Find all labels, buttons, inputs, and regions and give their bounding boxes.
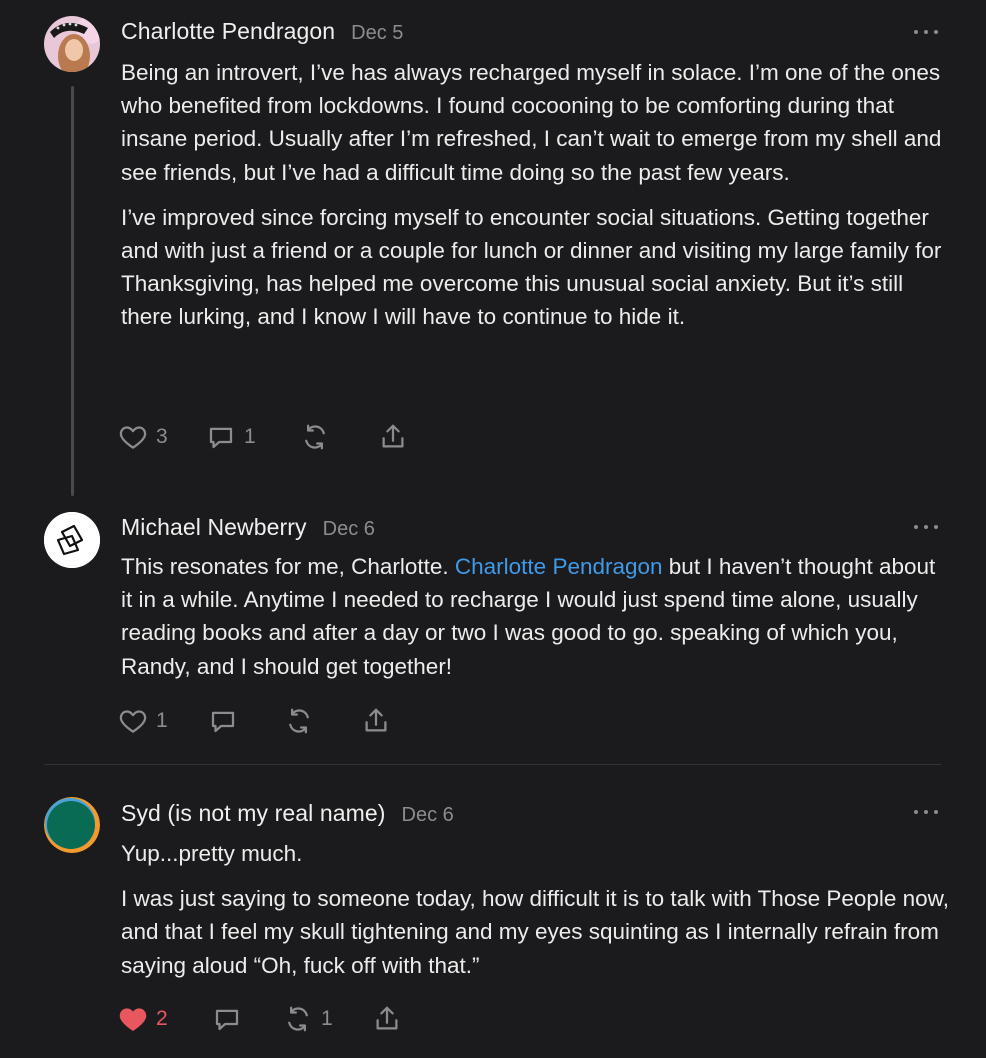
comment-paragraph: This resonates for me, Charlotte. Charlo… bbox=[121, 550, 951, 683]
like-button[interactable]: 3 bbox=[118, 420, 168, 454]
comment-bubble-icon bbox=[209, 427, 233, 449]
mention-link[interactable]: Charlotte Pendragon bbox=[455, 554, 663, 579]
comment-header: Michael Newberry Dec 6 bbox=[121, 514, 375, 544]
restack-button[interactable]: 1 bbox=[283, 1002, 333, 1036]
share-button[interactable] bbox=[372, 1002, 402, 1036]
share-icon bbox=[365, 708, 387, 732]
like-count: 2 bbox=[156, 1007, 168, 1030]
restack-button[interactable] bbox=[284, 704, 314, 738]
restack-icon bbox=[288, 1006, 308, 1032]
comment-text: This resonates for me, Charlotte. bbox=[121, 554, 455, 579]
comment-bubble-icon bbox=[215, 1009, 239, 1031]
more-icon[interactable] bbox=[914, 807, 938, 817]
share-button[interactable] bbox=[378, 420, 408, 454]
like-button[interactable]: 1 bbox=[118, 704, 168, 738]
comment-paragraph: Being an introvert, I’ve has always rech… bbox=[121, 60, 942, 185]
avatar-charlotte-pendragon[interactable] bbox=[44, 16, 100, 72]
share-button[interactable] bbox=[361, 704, 391, 738]
comment-paragraph: I was just saying to someone today, how … bbox=[121, 886, 949, 978]
author-name[interactable]: Michael Newberry bbox=[121, 514, 307, 541]
restack-count: 1 bbox=[321, 1007, 333, 1030]
comment-header: Syd (is not my real name) Dec 6 bbox=[121, 800, 454, 830]
avatar-syd[interactable] bbox=[44, 797, 100, 853]
comment-divider bbox=[44, 764, 941, 765]
reply-button[interactable] bbox=[208, 704, 238, 738]
share-icon bbox=[376, 1006, 398, 1030]
comment-body: Yup...pretty much. I was just saying to … bbox=[121, 837, 951, 994]
comment-date[interactable]: Dec 6 bbox=[402, 804, 454, 827]
restack-icon bbox=[289, 708, 309, 734]
comment-body: Being an introvert, I’ve has always rech… bbox=[121, 56, 951, 346]
share-icon bbox=[382, 424, 404, 448]
heart-icon bbox=[119, 710, 147, 733]
comment-header: Charlotte Pendragon Dec 5 bbox=[121, 18, 403, 48]
restack-icon bbox=[305, 424, 325, 450]
restack-button[interactable] bbox=[300, 420, 330, 454]
heart-icon bbox=[119, 426, 147, 449]
more-icon[interactable] bbox=[914, 522, 938, 532]
avatar-michael-newberry[interactable] bbox=[44, 512, 100, 568]
reply-count: 1 bbox=[244, 425, 256, 448]
comment-paragraph: I’ve improved since forcing myself to en… bbox=[121, 204, 942, 330]
more-icon[interactable] bbox=[914, 27, 938, 37]
like-count: 3 bbox=[156, 425, 168, 448]
reply-button[interactable] bbox=[212, 1002, 242, 1036]
comment-bubble-icon bbox=[211, 711, 235, 733]
like-button[interactable]: 2 bbox=[118, 1002, 168, 1036]
thread-line bbox=[71, 86, 74, 496]
comment-date[interactable]: Dec 6 bbox=[323, 518, 375, 541]
heart-icon bbox=[119, 1008, 147, 1031]
comment-date[interactable]: Dec 5 bbox=[351, 22, 403, 45]
comment-body: This resonates for me, Charlotte. Charlo… bbox=[121, 550, 951, 695]
like-count: 1 bbox=[156, 709, 168, 732]
author-name[interactable]: Syd (is not my real name) bbox=[121, 800, 386, 827]
reply-button[interactable]: 1 bbox=[206, 420, 256, 454]
comment-paragraph: Yup...pretty much. bbox=[121, 841, 303, 866]
author-name[interactable]: Charlotte Pendragon bbox=[121, 18, 335, 45]
